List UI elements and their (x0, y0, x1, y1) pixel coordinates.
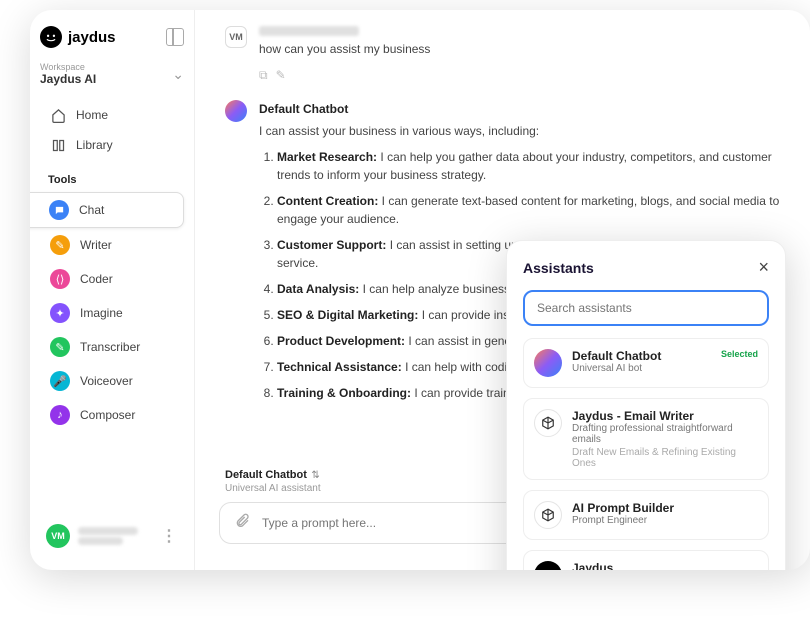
sidebar-item-library[interactable]: Library (40, 130, 184, 160)
user-message: VM how can you assist my business ⧉ ✎ (225, 26, 780, 84)
tools-section-label: Tools (48, 174, 184, 186)
logo: jaydus (40, 26, 184, 48)
assistant-item-jaydus[interactable]: Jaydus Advanced AI Assistant Ask Jaydus … (523, 550, 769, 570)
voiceover-icon: 🎤 (50, 371, 70, 391)
user-menu[interactable]: VM ⋮ (40, 518, 184, 554)
modal-title: Assistants (523, 260, 594, 276)
bot-avatar (225, 100, 247, 122)
sidebar-item-transcriber[interactable]: ✎ Transcriber (40, 330, 184, 364)
assistant-item-prompt-builder[interactable]: AI Prompt Builder Prompt Engineer (523, 490, 769, 540)
user-avatar: VM (46, 524, 70, 548)
coder-icon: ⟨⟩ (50, 269, 70, 289)
sidebar-item-chat[interactable]: Chat (30, 192, 184, 228)
swap-icon: ⇅ (311, 470, 319, 481)
sidebar-item-voiceover[interactable]: 🎤 Voiceover (40, 364, 184, 398)
attach-icon[interactable] (234, 513, 250, 533)
selected-badge: Selected (721, 349, 758, 377)
sidebar-collapse-icon[interactable] (166, 28, 184, 46)
assistant-item-default[interactable]: Default Chatbot Universal AI bot Selecte… (523, 338, 769, 388)
tool-label: Composer (80, 408, 135, 422)
writer-icon: ✎ (50, 235, 70, 255)
sidebar-item-home[interactable]: Home (40, 100, 184, 130)
close-icon[interactable]: × (758, 257, 769, 278)
user-name-blurred (78, 525, 153, 547)
assistant-search-input[interactable] (523, 290, 769, 326)
sidebar-item-writer[interactable]: ✎ Writer (40, 228, 184, 262)
workspace-name: Jaydus AI (40, 72, 172, 86)
transcriber-icon: ✎ (50, 337, 70, 357)
nav-label: Home (76, 108, 108, 122)
copy-icon[interactable]: ⧉ (259, 66, 268, 84)
tool-label: Voiceover (80, 374, 133, 388)
user-message-avatar: VM (225, 26, 247, 48)
cube-icon (534, 501, 562, 529)
brand-icon (40, 26, 62, 48)
tool-label: Chat (79, 203, 104, 217)
imagine-icon: ✦ (50, 303, 70, 323)
assistant-item-email-writer[interactable]: Jaydus - Email Writer Drafting professio… (523, 398, 769, 480)
sidebar-item-imagine[interactable]: ✦ Imagine (40, 296, 184, 330)
nav-label: Library (76, 138, 113, 152)
sidebar-item-composer[interactable]: ♪ Composer (40, 398, 184, 432)
composer-icon: ♪ (50, 405, 70, 425)
sidebar: jaydus Workspace Jaydus AI ⌄ Home Librar… (30, 10, 195, 570)
workspace-label: Workspace (40, 62, 172, 72)
more-icon[interactable]: ⋮ (161, 526, 178, 546)
bot-intro: I can assist your business in various wa… (259, 122, 780, 140)
home-icon (50, 107, 66, 123)
sidebar-item-coder[interactable]: ⟨⟩ Coder (40, 262, 184, 296)
user-message-text: how can you assist my business (259, 40, 780, 58)
brand-name: jaydus (68, 29, 116, 46)
chat-icon (49, 200, 69, 220)
cube-icon (534, 409, 562, 437)
tool-label: Transcriber (80, 340, 140, 354)
tool-label: Writer (80, 238, 112, 252)
brand-icon (534, 561, 562, 570)
tool-label: Imagine (80, 306, 123, 320)
assistant-icon (534, 349, 562, 377)
tool-label: Coder (80, 272, 113, 286)
edit-icon[interactable]: ✎ (276, 66, 286, 84)
chevron-down-icon: ⌄ (172, 66, 184, 83)
library-icon (50, 137, 66, 153)
user-name-blurred (259, 26, 359, 36)
bot-name: Default Chatbot (259, 100, 780, 118)
workspace-selector[interactable]: Workspace Jaydus AI ⌄ (40, 62, 184, 86)
assistants-modal: Assistants × Default Chatbot Universal A… (506, 240, 786, 570)
